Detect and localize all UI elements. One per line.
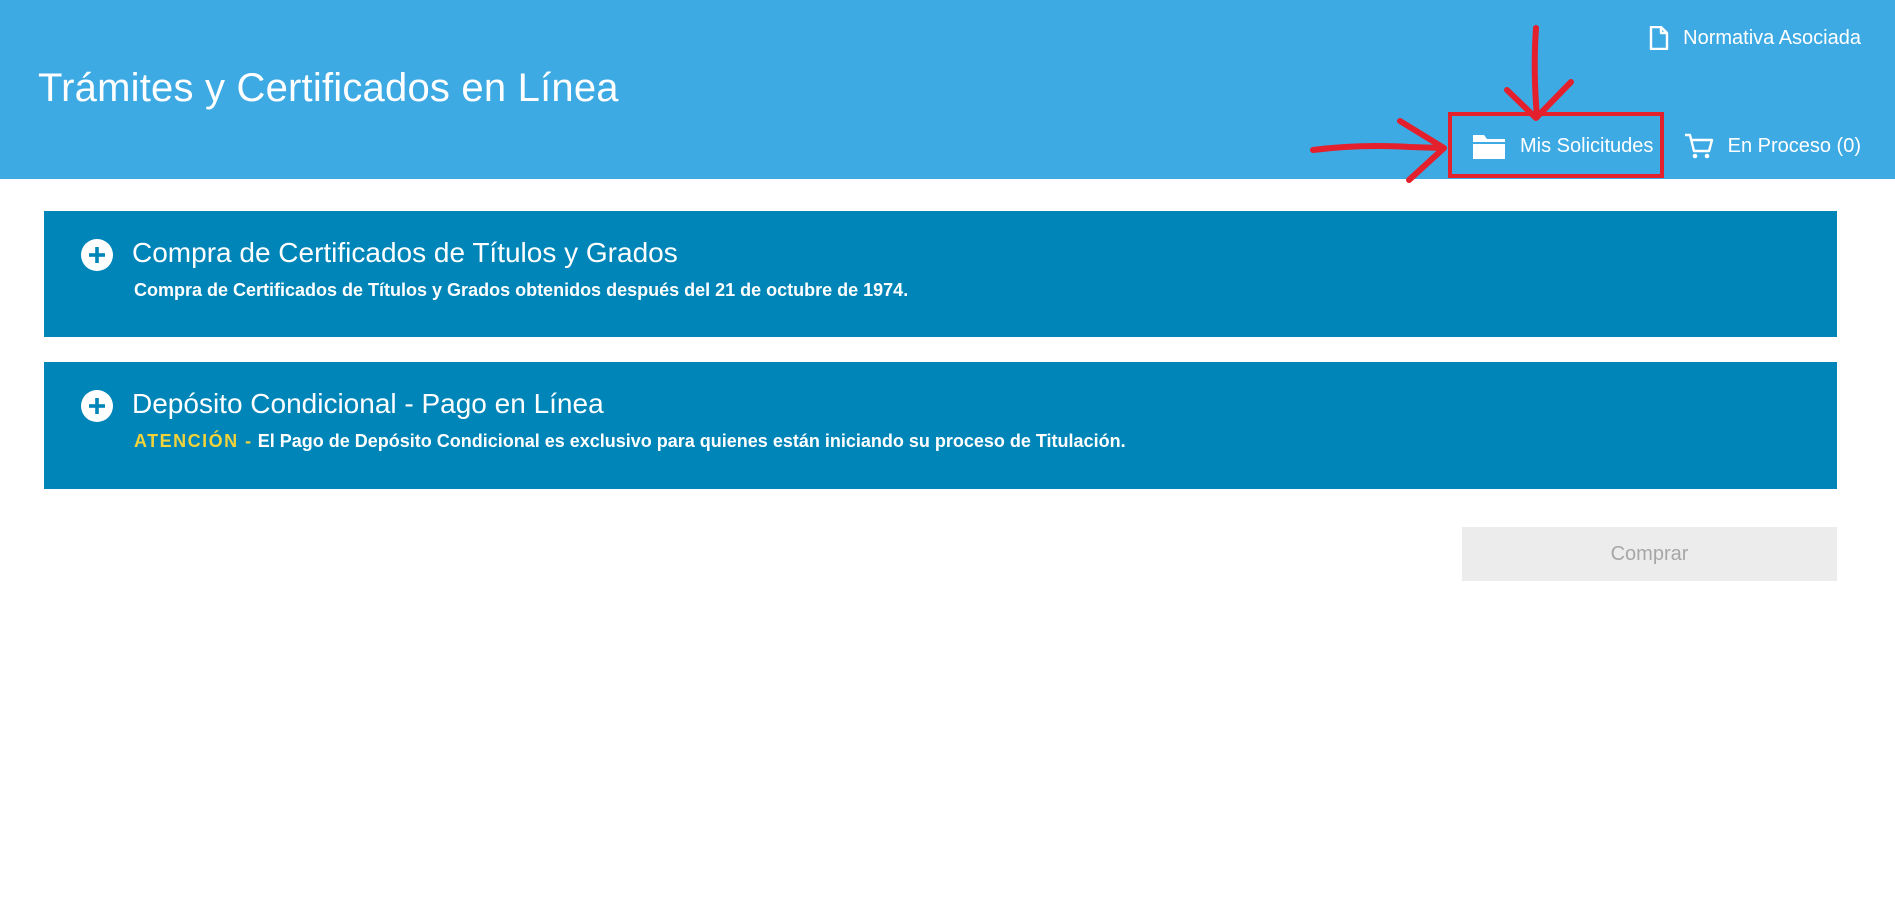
panel-compra-certificados[interactable]: Compra de Certificados de Títulos y Grad…	[44, 211, 1837, 337]
en-proceso-link[interactable]: En Proceso (0)	[1684, 132, 1861, 160]
en-proceso-label: En Proceso (0)	[1727, 134, 1861, 157]
page-header: Trámites y Certificados en Línea Normati…	[0, 0, 1895, 179]
folder-icon	[1472, 132, 1506, 160]
mis-solicitudes-link[interactable]: Mis Solicitudes	[1472, 132, 1653, 160]
panel-title[interactable]: Depósito Condicional - Pago en Línea	[132, 388, 604, 420]
panel-description-row: ATENCIÓN - El Pago de Depósito Condicion…	[134, 431, 1126, 452]
panel-title[interactable]: Compra de Certificados de Títulos y Grad…	[132, 237, 678, 269]
panel-deposito-condicional[interactable]: Depósito Condicional - Pago en Línea ATE…	[44, 362, 1837, 489]
cart-icon	[1684, 132, 1714, 160]
panel-description: El Pago de Depósito Condicional es exclu…	[257, 431, 1126, 451]
plus-circle-icon[interactable]	[81, 390, 113, 422]
normativa-asociada-label: Normativa Asociada	[1683, 26, 1861, 49]
plus-circle-icon[interactable]	[81, 239, 113, 271]
panel-description: Compra de Certificados de Títulos y Grad…	[134, 280, 909, 300]
mis-solicitudes-label: Mis Solicitudes	[1520, 134, 1654, 157]
page-title: Trámites y Certificados en Línea	[38, 66, 619, 110]
normativa-asociada-link[interactable]: Normativa Asociada	[1649, 26, 1861, 50]
document-icon	[1649, 26, 1669, 50]
warning-label: ATENCIÓN -	[134, 431, 253, 451]
comprar-button[interactable]: Comprar	[1462, 527, 1837, 581]
